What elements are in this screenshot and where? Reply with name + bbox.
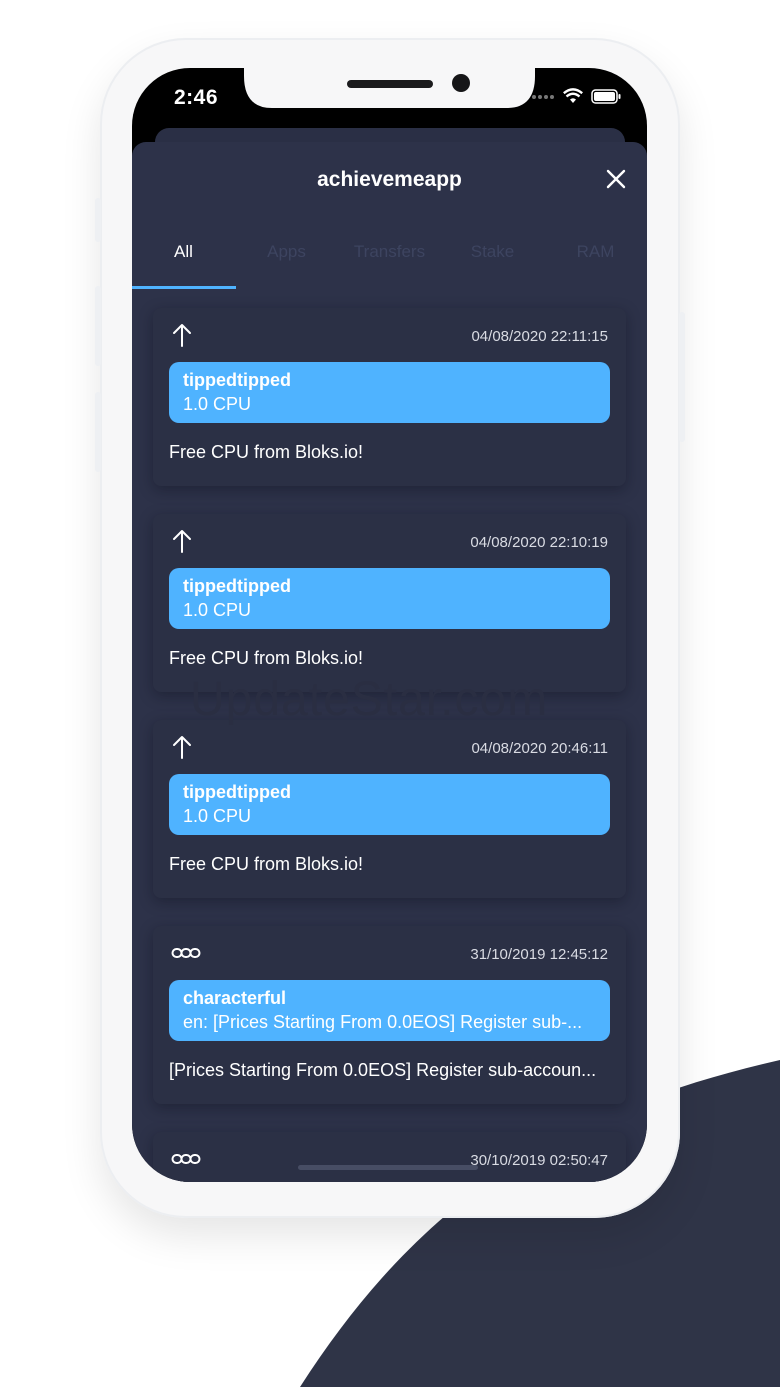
wifi-icon (563, 88, 583, 103)
home-indicator (298, 1165, 478, 1170)
phone-side-button (95, 198, 101, 242)
transaction-date: 04/08/2020 22:10:19 (470, 534, 608, 551)
transaction-list: 04/08/2020 22:11:15 tippedtipped 1.0 CPU… (153, 308, 626, 1182)
transaction-memo: [Prices Starting From 0.0EOS] Register s… (169, 1060, 597, 1080)
filter-tabs: All Apps Transfers Stake RAM (132, 228, 647, 288)
battery-icon (591, 88, 621, 104)
action-detail: 1.0 CPU (183, 806, 252, 826)
transaction-memo: Free CPU from Bloks.io! (169, 442, 364, 462)
action-detail: 1.0 CPU (183, 600, 252, 620)
phone-volume-up (95, 286, 101, 366)
transaction-card[interactable]: 04/08/2020 20:46:11 tippedtipped 1.0 CPU… (153, 720, 626, 898)
status-time: 2:46 (174, 86, 219, 109)
close-icon[interactable] (605, 168, 627, 190)
transaction-memo: Free CPU from Bloks.io! (169, 854, 364, 874)
phone-screen: 2:46 achievemeapp All Apps Transfers Sta… (132, 68, 647, 1182)
tab-transfers[interactable]: Transfers (338, 228, 441, 288)
action-pill: characterful en: [Prices Starting From 0… (169, 980, 610, 1041)
account-name: characterful (183, 988, 287, 1008)
transaction-date: 30/10/2019 02:50:47 (470, 1152, 608, 1169)
transaction-card[interactable]: 04/08/2020 22:11:15 tippedtipped 1.0 CPU… (153, 308, 626, 486)
sheet-title: achievemeapp (317, 168, 462, 191)
action-detail: en: [Prices Starting From 0.0EOS] Regist… (183, 1012, 583, 1032)
phone-power-button (679, 312, 685, 442)
transaction-memo: Free CPU from Bloks.io! (169, 648, 364, 668)
tab-stake[interactable]: Stake (441, 228, 544, 288)
account-name: tippedtipped (183, 782, 291, 802)
action-pill: tippedtipped 1.0 CPU (169, 362, 610, 423)
front-camera (452, 74, 470, 92)
speaker-grille (347, 80, 433, 88)
arrow-up-icon (173, 736, 191, 759)
action-pill: tippedtipped 1.0 CPU (169, 568, 610, 629)
transaction-date: 04/08/2020 20:46:11 (471, 740, 608, 757)
arrow-up-icon (173, 530, 191, 553)
signal-dots-icon (532, 95, 554, 99)
status-icons (531, 88, 621, 104)
action-pill: tippedtipped 1.0 CPU (169, 774, 610, 835)
transaction-date: 04/08/2020 22:11:15 (471, 328, 608, 345)
transaction-card[interactable]: 04/08/2020 22:10:19 tippedtipped 1.0 CPU… (153, 514, 626, 692)
link-chain-icon (171, 1154, 201, 1164)
transaction-card[interactable]: 31/10/2019 12:45:12 characterful en: [Pr… (153, 926, 626, 1104)
tab-all[interactable]: All (132, 228, 235, 288)
arrow-up-icon (173, 324, 191, 347)
account-name: tippedtipped (183, 576, 291, 596)
link-chain-icon (171, 948, 201, 958)
transactions-sheet: achievemeapp All Apps Transfers Stake RA… (132, 142, 647, 1182)
account-name: tippedtipped (183, 370, 291, 390)
phone-volume-down (95, 392, 101, 472)
active-tab-indicator (132, 286, 236, 289)
action-detail: 1.0 CPU (183, 394, 252, 414)
tab-ram[interactable]: RAM (544, 228, 647, 288)
tab-apps[interactable]: Apps (235, 228, 338, 288)
transaction-date: 31/10/2019 12:45:12 (470, 946, 608, 963)
transaction-card[interactable]: 30/10/2019 02:50:47 (153, 1132, 626, 1182)
